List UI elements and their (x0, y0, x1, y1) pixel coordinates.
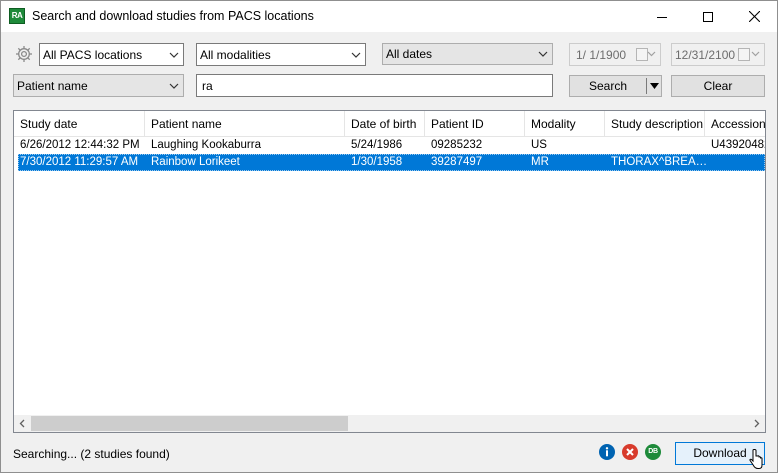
column-header-date-of-birth[interactable]: Date of birth (345, 111, 425, 136)
info-icon[interactable] (599, 444, 615, 460)
column-header-study-description[interactable]: Study description (605, 111, 705, 136)
scroll-right-icon[interactable] (752, 419, 761, 428)
close-button[interactable] (731, 1, 777, 32)
chevron-down-icon (169, 83, 179, 89)
minimize-icon (657, 16, 667, 18)
app-icon: RA (9, 8, 25, 24)
pacs-location-value: All PACS locations (43, 48, 143, 62)
chevron-down-icon (647, 51, 656, 57)
pacs-location-dropdown[interactable]: All PACS locations (39, 43, 184, 66)
date-from-picker[interactable]: 1/ 1/1900 (569, 43, 661, 66)
table-row-selected[interactable]: 7/30/2012 11:29:57 AM Rainbow Lorikeet 1… (18, 154, 765, 171)
cell-accession (711, 154, 765, 171)
cell-modality: MR (531, 156, 549, 168)
cell-study-description: THORAX^BREA… (611, 156, 707, 168)
cell-date-of-birth: 5/24/1986 (351, 139, 403, 151)
column-header-modality[interactable]: Modality (525, 111, 605, 136)
chevron-down-icon (169, 52, 179, 58)
search-text-field[interactable] (197, 75, 552, 96)
close-icon (748, 11, 760, 22)
split-divider (646, 78, 647, 94)
column-header-study-date[interactable]: Study date (14, 111, 145, 136)
date-to-value: 12/31/2100 (675, 48, 736, 62)
cell-study-description (611, 137, 707, 154)
modality-dropdown[interactable]: All modalities (196, 43, 366, 66)
hand-cursor-icon (749, 449, 763, 469)
scroll-left-icon[interactable] (18, 419, 27, 428)
cell-patient-name: Rainbow Lorikeet (151, 156, 240, 168)
scrollbar-thumb[interactable] (31, 416, 348, 431)
dropdown-arrow-icon[interactable] (650, 83, 659, 89)
dates-value: All dates (386, 47, 433, 61)
search-field-value: Patient name (17, 79, 88, 93)
table-row[interactable]: 6/26/2012 12:44:32 PM Laughing Kookaburr… (18, 137, 765, 154)
search-button[interactable]: Search (569, 75, 662, 97)
status-text: Searching... (2 studies found) (13, 447, 170, 461)
date-checkbox (738, 48, 750, 61)
clear-button[interactable]: Clear (671, 75, 765, 97)
horizontal-scrollbar[interactable] (14, 415, 765, 432)
gear-icon (16, 46, 32, 62)
dates-dropdown[interactable]: All dates (382, 43, 553, 65)
table-header: Study date Patient name Date of birth Pa… (14, 111, 765, 137)
cell-patient-name: Laughing Kookaburra (151, 139, 261, 151)
cell-patient-id: 09285232 (431, 139, 483, 151)
cell-date-of-birth: 1/30/1958 (351, 156, 403, 168)
column-header-accession[interactable]: Accession n (705, 111, 765, 136)
chevron-down-icon (751, 51, 760, 57)
studies-table: Study date Patient name Date of birth Pa… (13, 110, 766, 433)
cell-study-date: 7/30/2012 11:29:57 AM (20, 156, 139, 168)
search-field-dropdown[interactable]: Patient name (13, 74, 184, 97)
database-icon[interactable]: DB (645, 444, 661, 460)
cell-modality: US (531, 139, 547, 151)
date-from-value: 1/ 1/1900 (576, 48, 627, 62)
search-input[interactable] (196, 74, 553, 97)
cell-accession: U43920482 (711, 139, 765, 151)
column-header-patient-name[interactable]: Patient name (145, 111, 345, 136)
search-button-label: Search (588, 79, 628, 93)
cell-patient-id: 39287497 (431, 156, 483, 168)
modality-value: All modalities (200, 48, 271, 62)
maximize-button[interactable] (685, 1, 731, 32)
chevron-down-icon (538, 51, 548, 57)
column-header-patient-id[interactable]: Patient ID (425, 111, 525, 136)
search-download-window: RA Search and download studies from PACS… (0, 0, 778, 473)
date-to-picker[interactable]: 12/31/2100 (671, 43, 765, 66)
cancel-icon[interactable] (622, 444, 638, 460)
title-bar: RA Search and download studies from PACS… (1, 1, 777, 32)
cell-study-date: 6/26/2012 12:44:32 PM (20, 139, 140, 151)
chevron-down-icon (351, 52, 361, 58)
settings-gear-button[interactable] (15, 45, 33, 63)
minimize-button[interactable] (639, 1, 685, 32)
maximize-icon (703, 11, 713, 22)
window-title: Search and download studies from PACS lo… (32, 9, 314, 23)
